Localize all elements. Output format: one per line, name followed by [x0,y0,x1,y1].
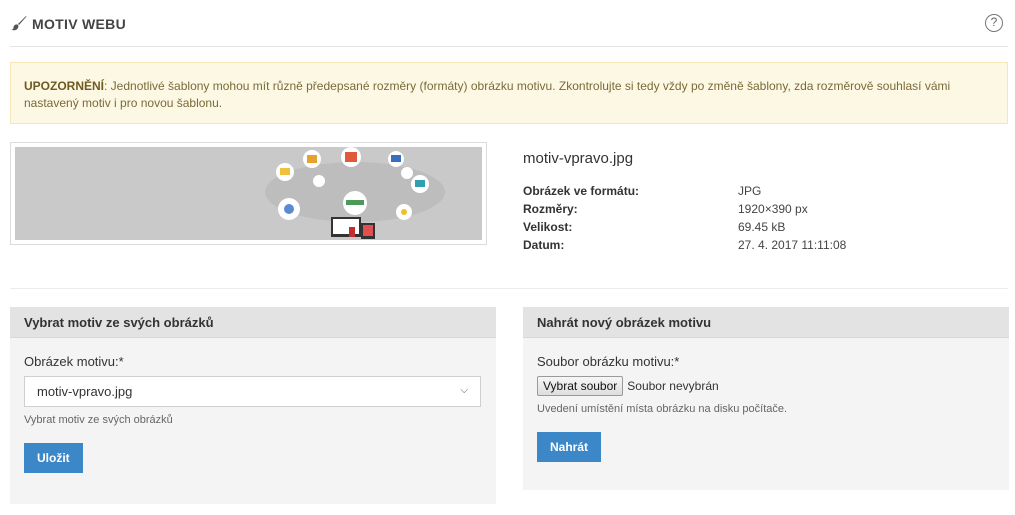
paintbrush-icon [11,16,27,31]
motif-select-hint: Vybrat motiv ze svých obrázků [24,414,173,426]
chevron-down-icon: ⌵ [460,385,468,396]
detail-key: Rozměry: [523,202,578,216]
detail-value: 27. 4. 2017 11:11:08 [738,238,847,252]
file-input: Vybrat soubor Soubor nevybrán [537,376,995,396]
motif-filename: motiv-vpravo.jpg [523,150,634,167]
detail-key: Obrázek ve formátu: [523,184,640,198]
upload-panel-heading: Nahrát nový obrázek motivu [523,307,1009,338]
motif-select-label: Obrázek motivu:* [24,354,124,369]
detail-row: Datum: 27. 4. 2017 11:11:08 [523,236,846,254]
page-title: MOTIV WEBU [32,16,126,32]
choose-file-button[interactable]: Vybrat soubor [537,376,624,396]
motif-preview [10,142,487,245]
motif-thumbnail [15,147,482,240]
upload-motif-panel: Nahrát nový obrázek motivu Soubor obrázk… [523,307,1009,490]
upload-hint: Uvedení umístění místa obrázku na disku … [537,403,788,415]
detail-key: Datum: [523,238,565,252]
motif-select-value: motiv-vpravo.jpg [37,384,133,399]
help-icon[interactable]: ? [985,14,1003,32]
detail-key: Velikost: [523,220,573,234]
detail-row: Rozměry: 1920×390 px [523,200,846,218]
detail-value: JPG [738,184,762,198]
motif-info: motiv-vpravo.jpg Obrázek ve formátu: JPG … [523,150,846,254]
upload-button[interactable]: Nahrát [537,432,602,462]
section-divider [10,288,1008,289]
detail-value: 69.45 kB [738,220,786,234]
choose-panel-heading: Vybrat motiv ze svých obrázků [10,307,496,338]
upload-file-label: Soubor obrázku motivu:* [537,354,680,369]
alert-strong: UPOZORNĚNÍ [24,79,105,93]
file-status: Soubor nevybrán [627,379,719,393]
motif-select[interactable]: motiv-vpravo.jpg ⌵ [24,376,481,407]
detail-row: Velikost: 69.45 kB [523,218,846,236]
save-button[interactable]: Uložit [24,443,83,473]
alert-text: : Jednotlivé šablony mohou mít různě pře… [24,79,951,110]
page-header: MOTIV WEBU ? [10,0,1008,47]
motif-details-table: Obrázek ve formátu: JPG Rozměry: 1920×390 … [523,182,846,254]
detail-row: Obrázek ve formátu: JPG [523,182,846,200]
detail-value: 1920×390 px [738,202,808,216]
warning-alert: UPOZORNĚNÍ: Jednotlivé šablony mohou mít… [10,62,1008,124]
choose-motif-panel: Vybrat motiv ze svých obrázků Obrázek mo… [10,307,496,504]
motif-illustration [265,147,445,239]
